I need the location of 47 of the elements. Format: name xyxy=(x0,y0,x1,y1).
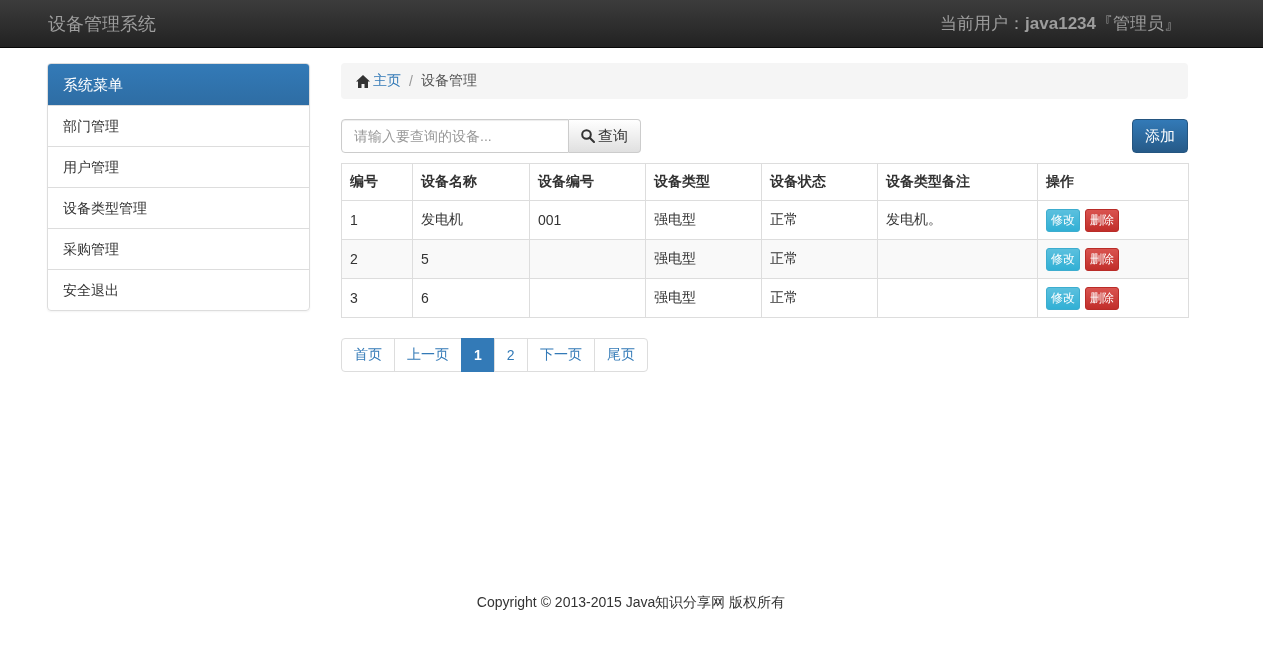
table-cell: 发电机。 xyxy=(877,200,1038,240)
column-header: 设备名称 xyxy=(412,163,530,201)
table-cell: 3 xyxy=(341,278,413,318)
delete-button[interactable]: 删除 xyxy=(1085,247,1119,271)
page-link[interactable]: 首页 xyxy=(341,338,395,372)
table-cell: 正常 xyxy=(761,200,878,240)
page-link[interactable]: 上一页 xyxy=(394,338,462,372)
table-cell: 强电型 xyxy=(645,239,762,279)
table-cell: 正常 xyxy=(761,278,878,318)
column-header: 编号 xyxy=(341,163,413,201)
breadcrumb-separator: / xyxy=(409,73,413,89)
table-cell: 6 xyxy=(412,278,530,318)
page-link[interactable]: 1 xyxy=(461,338,495,372)
search-icon xyxy=(581,129,595,143)
delete-button[interactable]: 删除 xyxy=(1085,208,1119,232)
table-cell: 5 xyxy=(412,239,530,279)
delete-button[interactable]: 删除 xyxy=(1085,286,1119,310)
app-title[interactable]: 设备管理系统 xyxy=(48,11,156,36)
menu-item[interactable]: 部门管理 xyxy=(48,105,309,146)
current-user-label: 当前用户：java1234『管理员』 xyxy=(940,13,1181,35)
add-button[interactable]: 添加 xyxy=(1132,119,1188,153)
table-cell: 2 xyxy=(341,239,413,279)
column-header: 操作 xyxy=(1037,163,1189,201)
column-header: 设备状态 xyxy=(761,163,878,201)
home-icon xyxy=(356,74,370,88)
page-link[interactable]: 2 xyxy=(493,338,528,372)
menu-header: 系统菜单 xyxy=(48,64,309,105)
column-header: 设备类型 xyxy=(645,163,762,201)
menu-item[interactable]: 用户管理 xyxy=(48,146,309,187)
breadcrumb-home-link[interactable]: 主页 xyxy=(356,72,401,90)
column-header: 设备编号 xyxy=(529,163,646,201)
menu-item[interactable]: 采购管理 xyxy=(48,228,309,269)
copyright-text: Copyright © 2013-2015 Java知识分享网 版权所有 xyxy=(476,594,786,612)
table-cell: 强电型 xyxy=(645,200,762,240)
page-link[interactable]: 下一页 xyxy=(526,338,595,372)
page-link[interactable]: 尾页 xyxy=(593,338,648,372)
menu-item[interactable]: 安全退出 xyxy=(48,269,309,310)
table-cell: 1 xyxy=(341,200,413,240)
menu-item[interactable]: 设备类型管理 xyxy=(48,187,309,228)
search-field[interactable]: 请输入要查询的设备... xyxy=(341,119,569,153)
table-cell: 强电型 xyxy=(645,278,762,318)
table-cell: 发电机 xyxy=(412,200,530,240)
breadcrumb-current: 设备管理 xyxy=(420,72,477,90)
table-cell: 001 xyxy=(529,200,646,240)
search-button[interactable]: 查询 xyxy=(569,119,641,153)
table-cell: 正常 xyxy=(761,239,878,279)
column-header: 设备类型备注 xyxy=(877,163,1038,201)
